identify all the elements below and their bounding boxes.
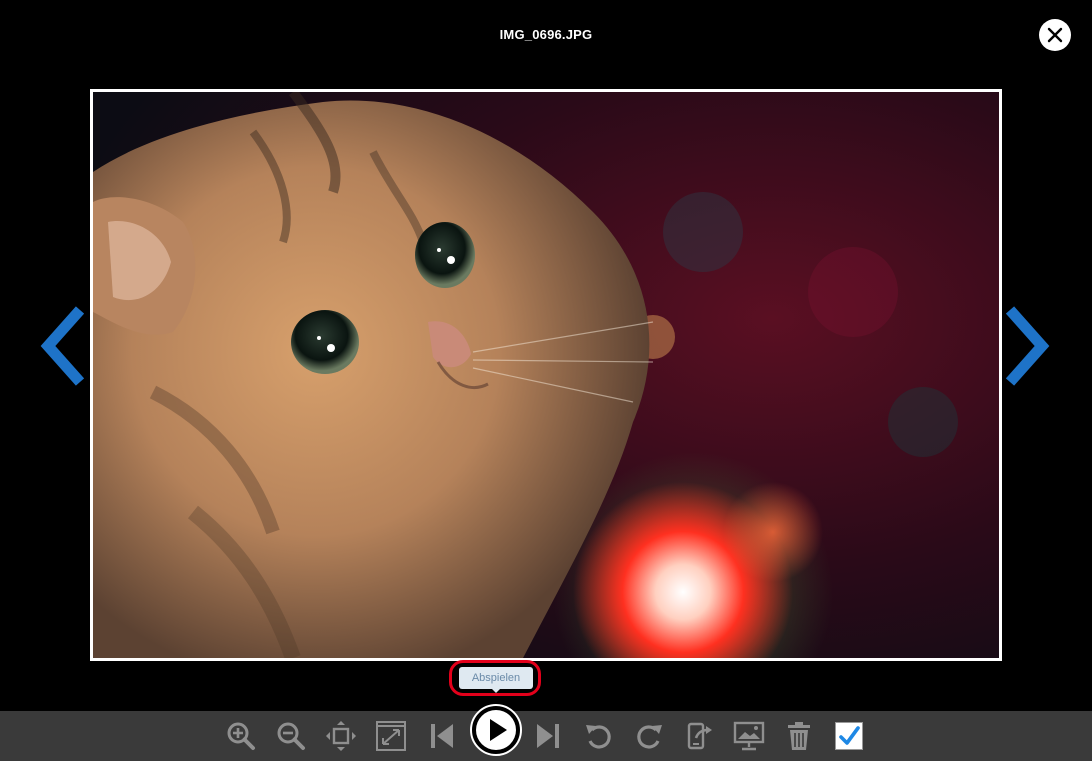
skip-to-last-icon — [537, 724, 559, 748]
skip-to-first-icon — [431, 724, 453, 748]
zoom-out-icon — [277, 722, 305, 750]
zoom-in-icon — [227, 722, 255, 750]
trash-icon — [788, 722, 810, 750]
last-image-button[interactable] — [532, 719, 566, 753]
delete-button[interactable] — [782, 719, 816, 753]
previous-image-button[interactable] — [36, 306, 85, 386]
play-tooltip: Abspielen — [459, 667, 533, 693]
original-size-icon — [376, 721, 406, 751]
next-image-button[interactable] — [1005, 306, 1054, 386]
rotate-left-button[interactable] — [582, 719, 616, 753]
fit-to-window-icon — [326, 721, 356, 751]
share-button[interactable] — [682, 719, 716, 753]
set-as-wallpaper-button[interactable] — [732, 719, 766, 753]
set-as-wallpaper-icon — [733, 721, 765, 751]
checkbox-checked-icon — [839, 726, 860, 745]
zoom-in-button[interactable] — [224, 719, 258, 753]
rotate-left-icon — [586, 725, 611, 749]
rotate-right-icon — [637, 725, 662, 749]
chevron-left-icon — [40, 306, 85, 386]
cat-photo — [93, 92, 999, 658]
rotate-right-button[interactable] — [632, 719, 666, 753]
viewer-toolbar — [0, 711, 1092, 761]
share-icon — [687, 722, 712, 750]
original-size-button[interactable] — [374, 719, 408, 753]
chevron-right-icon — [1005, 306, 1050, 386]
image-filename-title: IMG_0696.JPG — [499, 27, 593, 42]
close-icon — [1047, 27, 1063, 43]
play-icon — [476, 710, 516, 750]
zoom-out-button[interactable] — [274, 719, 308, 753]
first-image-button[interactable] — [424, 719, 458, 753]
play-slideshow-button[interactable] — [470, 704, 522, 756]
image-frame — [90, 89, 1002, 661]
select-image-checkbox[interactable] — [832, 719, 866, 753]
fit-to-window-button[interactable] — [324, 719, 358, 753]
close-button[interactable] — [1039, 19, 1071, 51]
